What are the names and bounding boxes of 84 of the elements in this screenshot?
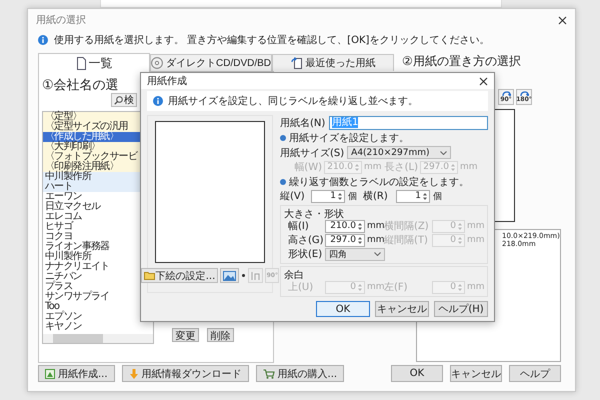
cart-icon	[262, 368, 275, 378]
close-icon	[558, 16, 567, 24]
section-heading: 繰り返す個数とラベルの設定をします。	[289, 176, 469, 189]
search-button[interactable]: 検	[111, 93, 137, 107]
spin-arrows-icon	[357, 222, 363, 230]
field-label: 縦(V)	[280, 190, 306, 203]
edit-button[interactable]: 削除	[207, 328, 234, 342]
search-icon	[114, 96, 123, 104]
field-label: 用紙サイズ(S)	[280, 146, 344, 160]
bullet-icon	[280, 179, 286, 185]
spin-arrows-icon	[357, 282, 363, 292]
tab[interactable]: ダイレクトCD/DVD/BD	[150, 54, 272, 71]
dialog-button[interactable]: OK	[316, 301, 370, 317]
spin-arrows-icon	[450, 162, 456, 172]
window-title: 用紙作成	[147, 74, 187, 88]
spin-field[interactable]: 1	[311, 190, 345, 202]
field-label: 長さ(L)	[384, 161, 418, 174]
dialog-button[interactable]: OK	[391, 365, 443, 382]
dropdown-caret-icon	[440, 150, 448, 154]
image-button[interactable]	[220, 268, 240, 283]
unit-label: 個	[348, 190, 358, 202]
download-button[interactable]: 用紙情報ダウンロード	[122, 365, 249, 382]
create-paper-button[interactable]: 用紙作成...	[38, 365, 115, 382]
spin-arrows-icon	[457, 282, 463, 292]
window-title: 用紙の選択	[36, 14, 86, 27]
rotate-icon	[502, 91, 510, 96]
field-label: 高さ(G)	[288, 234, 323, 247]
scrollbar[interactable]	[43, 334, 153, 343]
instruction-text: 用紙サイズを設定し、同じラベルを繰り返し並べます。	[168, 94, 418, 108]
field-label: 幅(I)	[288, 220, 310, 233]
tab[interactable]: 最近使った用紙	[272, 54, 394, 71]
section-heading: ②用紙の置き方の選択	[402, 53, 521, 69]
info-icon	[153, 96, 163, 106]
spin-arrows-icon	[354, 162, 360, 172]
list-item[interactable]: キヤノン	[43, 322, 153, 332]
spin-field[interactable]: 297.0	[325, 234, 365, 246]
field-label: 横間隔(Z)	[384, 220, 430, 233]
unit-label: mm	[367, 221, 382, 231]
dropdown[interactable]: A4(210×297mm)	[347, 146, 452, 159]
field-label: 左(F)	[384, 281, 409, 294]
dialog-button[interactable]: キャンセル	[375, 301, 429, 317]
rotate-icon	[520, 91, 528, 96]
field-label: 用紙名(N)	[280, 116, 326, 130]
dropdown-caret-icon	[374, 252, 381, 256]
group-title: 大きさ・形状	[284, 208, 345, 219]
page-icon	[76, 56, 86, 70]
folder-icon	[144, 271, 155, 280]
dialog-button[interactable]: ヘルプ	[509, 365, 561, 382]
download-icon	[128, 368, 139, 378]
field-label: 横(R)	[363, 190, 389, 203]
bullet-icon	[280, 135, 286, 141]
disc-icon	[151, 57, 163, 69]
group-title: 余白	[284, 269, 305, 280]
field-label: 幅(W)	[293, 161, 322, 174]
tab[interactable]: 一覧	[38, 53, 150, 72]
instruction-text: 使用する用紙を選択します。 置き方や編集する位置を確認して、[OK]をクリックしてください。	[54, 34, 490, 47]
dropdown[interactable]: 四角	[325, 248, 385, 260]
spin-arrows-icon	[357, 236, 363, 244]
spin-field[interactable]: 1	[396, 190, 430, 202]
edit-button[interactable]: 変更	[172, 328, 199, 342]
spin-arrows-icon	[337, 192, 343, 200]
close-button[interactable]	[556, 14, 569, 26]
unit-label: mm	[367, 235, 382, 245]
close-icon	[479, 76, 488, 86]
spin-arrows-icon	[422, 192, 428, 200]
purchase-button[interactable]: 用紙の購入...	[256, 365, 344, 382]
info-icon	[38, 35, 48, 45]
dot-icon	[242, 274, 246, 277]
field-label: 形状(E)	[288, 248, 323, 261]
spin-arrows-icon	[457, 222, 463, 230]
unit-label: 個	[433, 190, 443, 202]
field-label: 縦間隔(T)	[384, 234, 429, 247]
section-heading: ①会社名の選	[42, 77, 119, 93]
dialog-button[interactable]: キャンセル	[450, 365, 502, 382]
spin-arrows-icon	[457, 236, 463, 244]
paper-icon	[45, 368, 55, 378]
section-heading: 用紙サイズを設定します。	[289, 132, 409, 145]
close-button[interactable]	[477, 74, 490, 88]
field-label: 上(U)	[288, 280, 314, 294]
dialog-button[interactable]: ヘルプ(H)	[434, 301, 488, 317]
unit-label: mm	[367, 282, 382, 292]
image-icon	[223, 270, 236, 280]
spin-field[interactable]: 210.0	[325, 220, 365, 232]
background-image-button[interactable]: 下絵の設定...	[140, 268, 218, 283]
